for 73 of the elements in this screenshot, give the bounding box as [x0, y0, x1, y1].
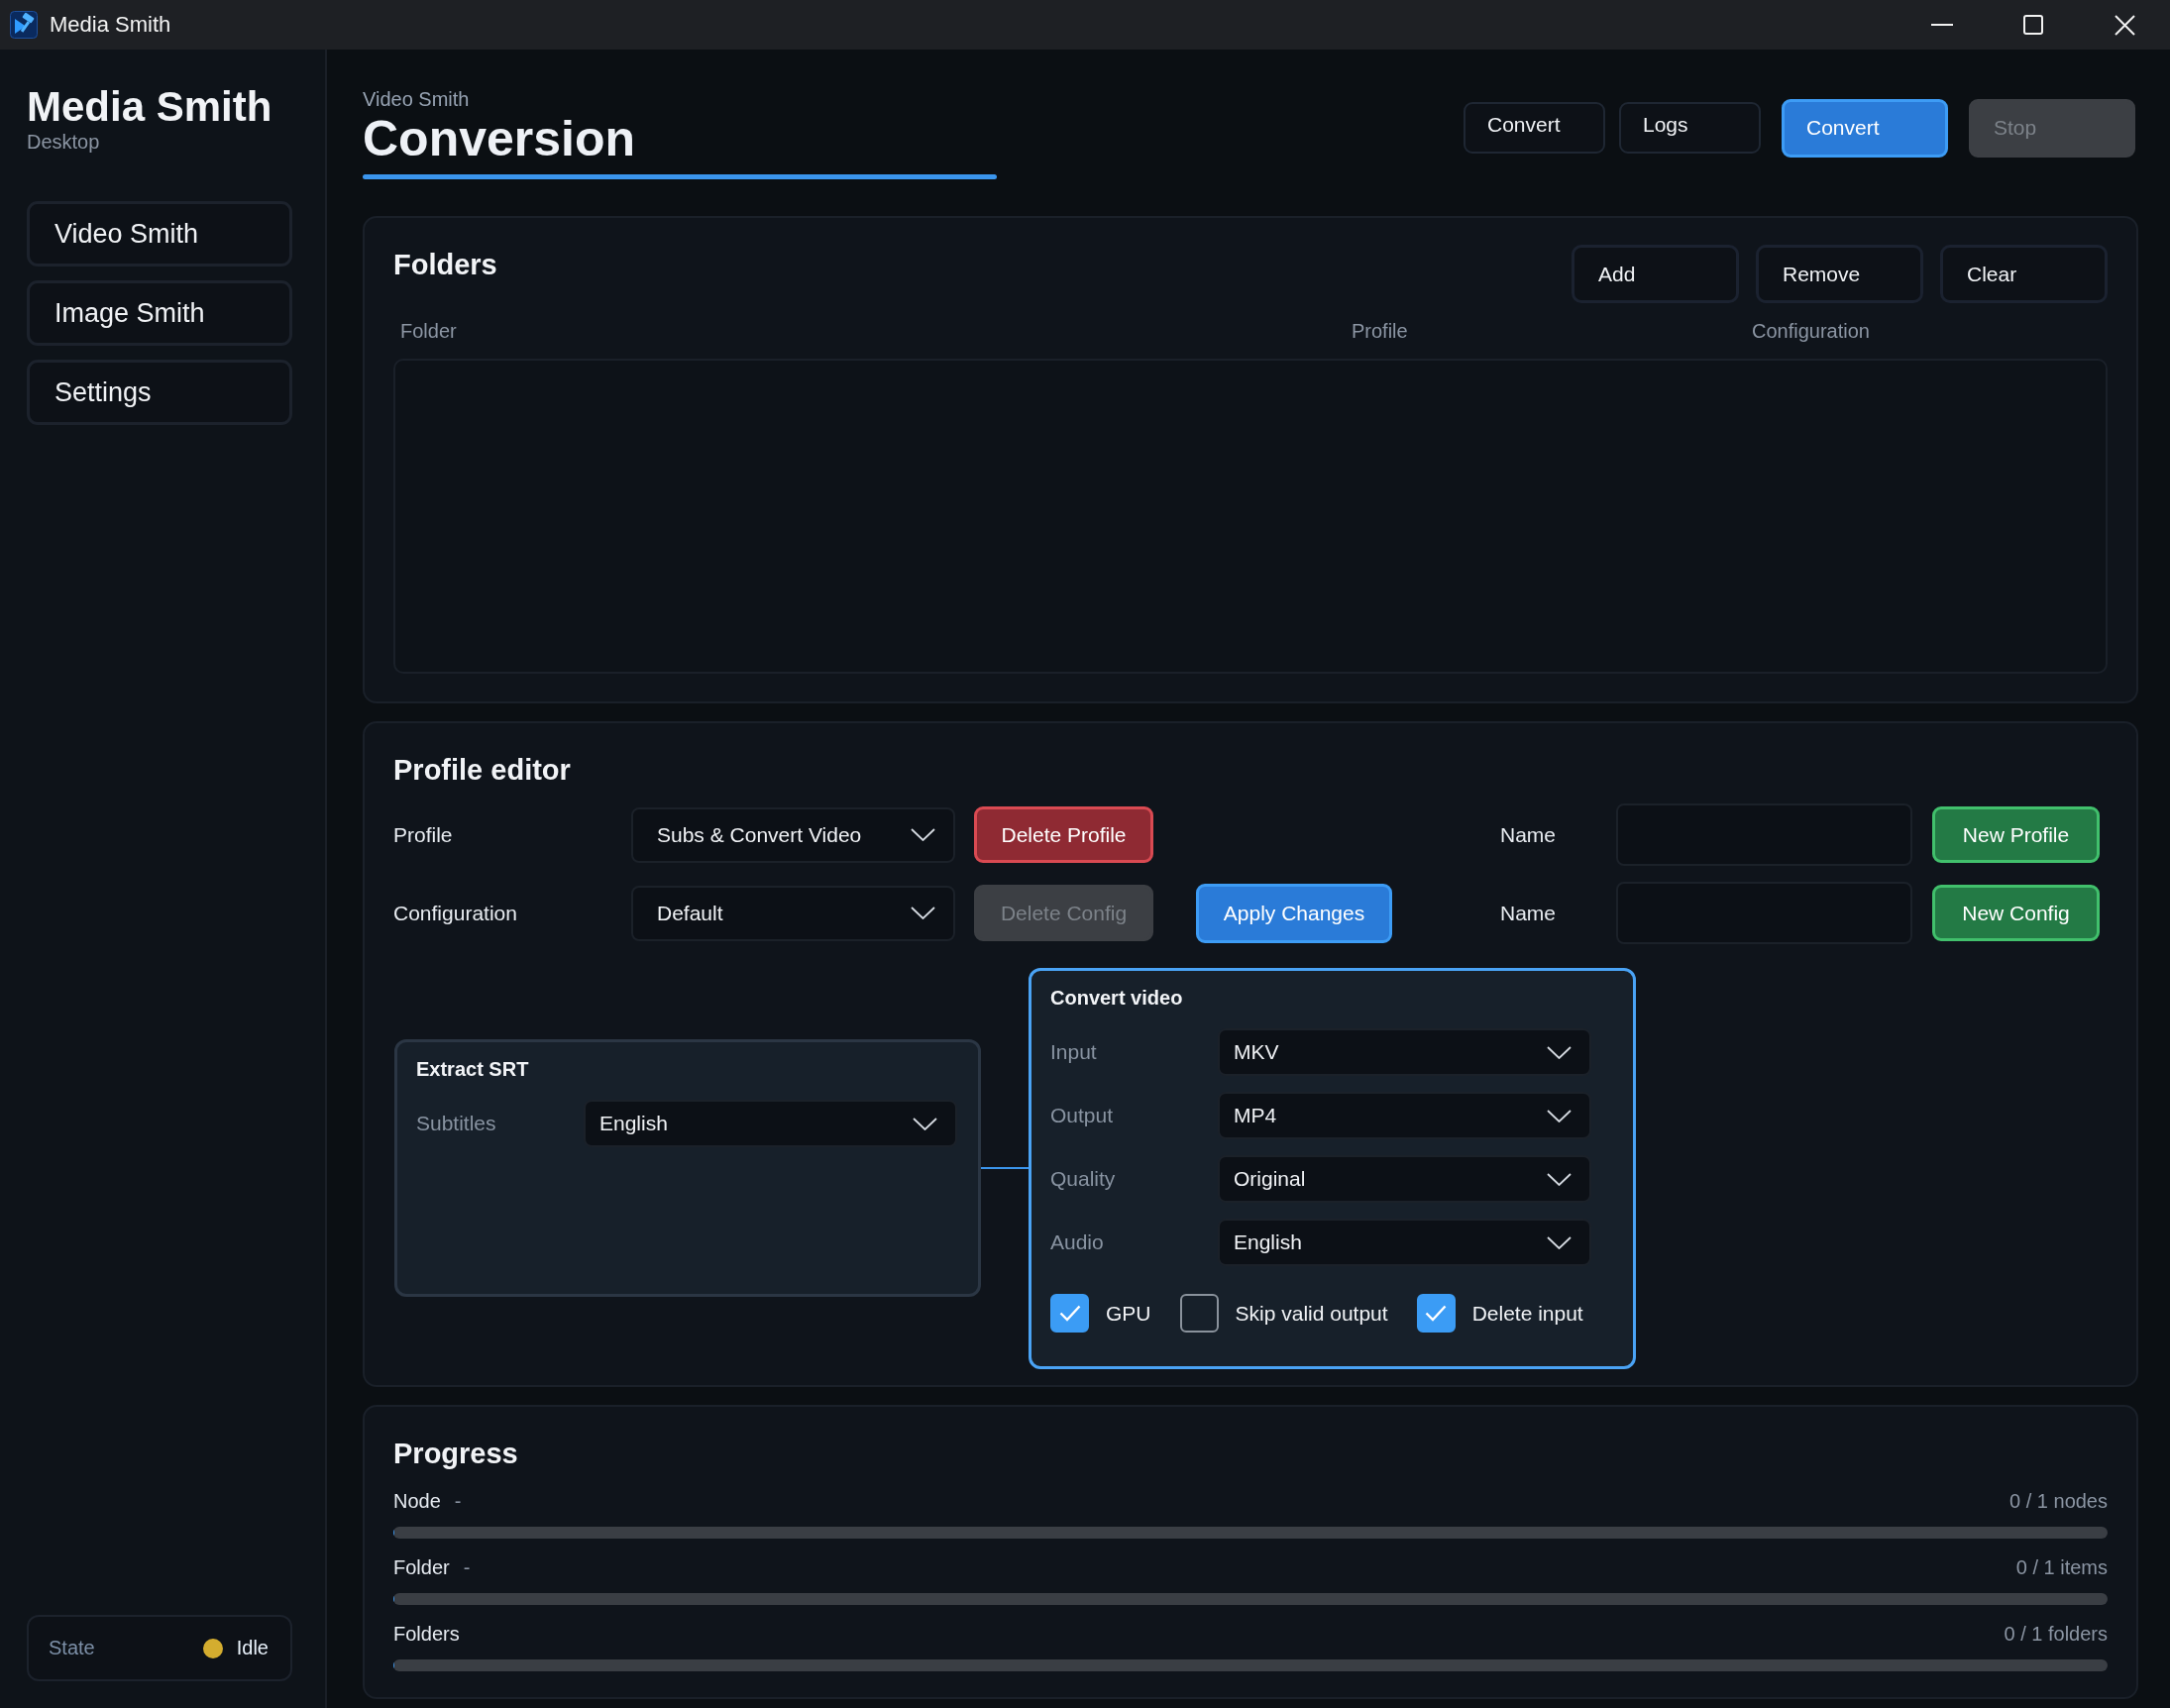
secondary-button[interactable]: Clear: [1940, 245, 2108, 303]
secondary-button[interactable]: Logs: [1619, 102, 1761, 154]
status-label: State: [49, 1637, 95, 1659]
field-label: Input: [1050, 1040, 1098, 1064]
column-header: Profile: [1352, 319, 1409, 343]
secondary-button[interactable]: Remove: [1756, 245, 1923, 303]
checkbox-label: Delete input: [1471, 1301, 1583, 1326]
dropdown[interactable]: Default: [631, 885, 955, 941]
progress-detail: -: [463, 1555, 471, 1579]
page-title: Conversion: [363, 111, 637, 166]
chevron-down-icon: [1547, 1172, 1572, 1186]
chevron-down-icon: [913, 1117, 937, 1130]
success-button[interactable]: New Config: [1932, 885, 2100, 941]
dropdown[interactable]: Subs & Convert Video: [631, 806, 955, 863]
field-label: Configuration: [393, 901, 518, 925]
window-title: Media Smith: [50, 12, 171, 38]
status-value: Idle: [236, 1637, 269, 1659]
panel-title: Profile editor: [393, 753, 572, 788]
app-logo-icon: [10, 11, 38, 39]
checkbox[interactable]: [1050, 1294, 1089, 1333]
field-label: Output: [1050, 1104, 1115, 1127]
checkmark-icon: [1058, 1305, 1081, 1322]
chevron-down-icon: [911, 907, 935, 919]
field-label: Audio: [1050, 1230, 1105, 1254]
danger-button[interactable]: Delete Profile: [974, 806, 1153, 863]
maximize-icon[interactable]: [2023, 15, 2043, 35]
app-name: Media Smith: [27, 85, 273, 130]
dropdown[interactable]: Original: [1218, 1155, 1591, 1203]
close-icon[interactable]: [2114, 14, 2135, 36]
checkbox-label: Skip valid output: [1235, 1301, 1388, 1326]
chevron-down-icon: [1547, 1045, 1572, 1059]
chevron-down-icon: [911, 828, 935, 841]
column-header: Folder: [400, 319, 458, 343]
dropdown[interactable]: MP4: [1218, 1092, 1591, 1139]
connector-line: [981, 1167, 1029, 1169]
secondary-button[interactable]: Add: [1572, 245, 1739, 303]
success-button[interactable]: New Profile: [1932, 806, 2100, 863]
progress-label: Folders: [393, 1622, 460, 1646]
progress-count: 0 / 1 items: [2015, 1555, 2108, 1579]
progress-count: 0 / 1 folders: [2004, 1622, 2108, 1646]
field-label: Profile: [393, 822, 454, 847]
chevron-down-icon: [1547, 1235, 1572, 1249]
nav-item[interactable]: Settings: [27, 360, 292, 426]
nav-item[interactable]: Image Smith: [27, 280, 292, 347]
chevron-down-icon: [1547, 1109, 1572, 1122]
checkbox-label: GPU: [1106, 1301, 1151, 1326]
panel-title: Progress: [393, 1437, 519, 1471]
progress-label: Folder: [393, 1555, 450, 1579]
checkmark-icon: [1425, 1305, 1448, 1322]
checkbox[interactable]: [1416, 1294, 1456, 1333]
field-label: Name: [1500, 822, 1558, 847]
dropdown[interactable]: English: [1218, 1219, 1591, 1266]
primary-button[interactable]: Apply Changes: [1196, 883, 1392, 943]
field-label: Name: [1500, 901, 1558, 925]
node-card[interactable]: Convert video Input MKV Output MP4 Quality Original Audio English GPU Skip valid output Delete input: [1029, 968, 1636, 1369]
secondary-button[interactable]: Convert: [1464, 102, 1605, 154]
progress-count: 0 / 1 nodes: [2009, 1489, 2108, 1513]
dropdown[interactable]: English: [584, 1100, 957, 1147]
panel-title: Folders: [393, 248, 497, 282]
node-title: Convert video: [1050, 986, 1184, 1011]
breadcrumb: Video Smith: [363, 87, 471, 111]
progress-detail: -: [454, 1489, 462, 1513]
checkbox[interactable]: [1179, 1294, 1219, 1333]
dropdown[interactable]: MKV: [1218, 1028, 1591, 1076]
primary-button[interactable]: Convert: [1782, 98, 1948, 158]
progress-label: Node: [393, 1489, 441, 1513]
field-label: Quality: [1050, 1167, 1117, 1191]
node-card[interactable]: Extract SRT Subtitles English: [394, 1039, 981, 1297]
column-header: Configuration: [1752, 319, 1871, 343]
app-subtitle: Desktop: [27, 131, 101, 155]
field-label: Subtitles: [416, 1112, 497, 1135]
node-title: Extract SRT: [416, 1057, 530, 1082]
nav-item[interactable]: Video Smith: [27, 201, 292, 267]
